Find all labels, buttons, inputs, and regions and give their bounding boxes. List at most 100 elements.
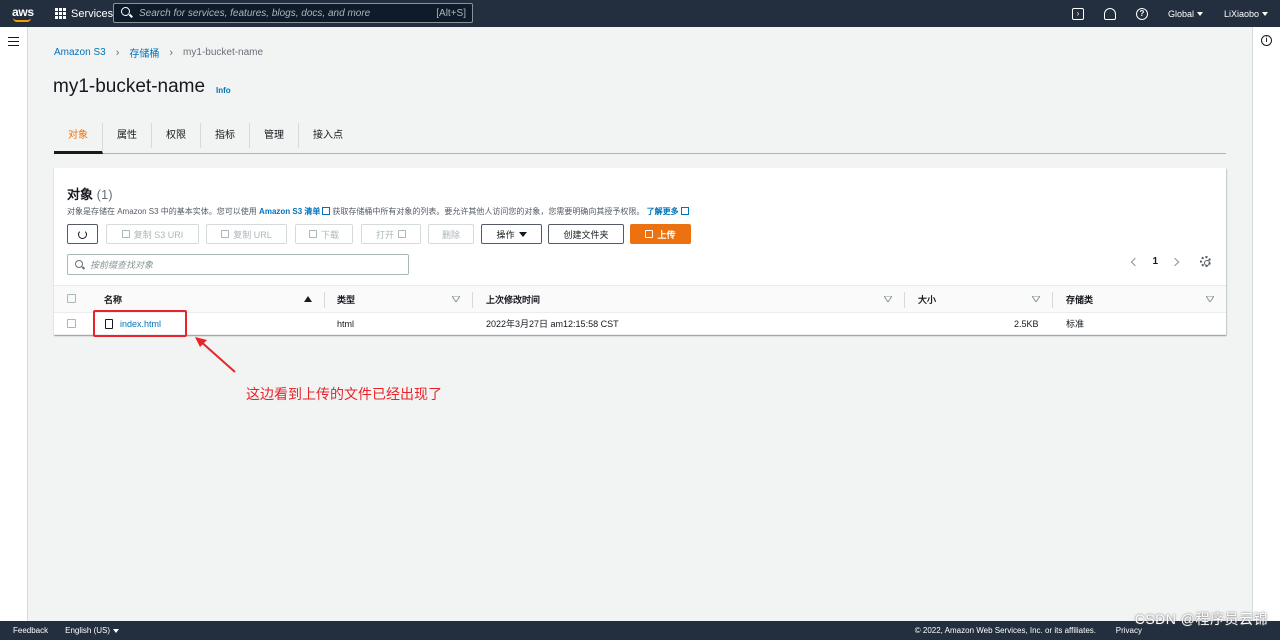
object-type: html	[337, 318, 355, 329]
inventory-link[interactable]: Amazon S3 清单	[259, 207, 320, 216]
top-nav-right: › ? Global LiXiaobo	[1071, 0, 1280, 27]
refresh-icon	[78, 229, 87, 239]
info-panel-icon[interactable]: i	[1261, 35, 1272, 46]
object-storage-class: 标准	[1066, 319, 1085, 329]
sort-icon[interactable]	[884, 296, 892, 302]
refresh-button[interactable]	[67, 224, 98, 244]
search-icon	[75, 259, 85, 270]
tab-management[interactable]: 管理	[250, 123, 299, 148]
copy-s3-uri-button[interactable]: 复制 S3 URI	[106, 224, 199, 244]
pagination: 1	[1131, 256, 1180, 267]
learn-more-link[interactable]: 了解更多	[647, 207, 679, 216]
column-header-type[interactable]: 类型	[337, 286, 355, 312]
right-side-rail: i	[1252, 27, 1280, 621]
column-divider	[472, 292, 473, 308]
panel-description: 对象是存储在 Amazon S3 中的基本实体。您可以使用 Amazon S3 …	[67, 206, 691, 217]
chevron-right-icon: ›	[169, 46, 174, 59]
sort-icon[interactable]	[452, 296, 460, 302]
column-divider	[1052, 292, 1053, 308]
tab-access-points[interactable]: 接入点	[299, 123, 357, 148]
aws-smile-icon	[13, 18, 31, 22]
object-filter[interactable]	[67, 254, 409, 275]
help-icon[interactable]: ?	[1135, 7, 1148, 20]
chevron-right-icon: ›	[115, 46, 120, 59]
prefix-search-input[interactable]	[90, 259, 390, 270]
open-button[interactable]: 打开	[361, 224, 421, 244]
user-menu[interactable]: LiXiaobo	[1224, 9, 1268, 19]
create-folder-button[interactable]: 创建文件夹	[548, 224, 624, 244]
column-divider	[324, 292, 325, 308]
breadcrumb-amazon-s3[interactable]: Amazon S3	[54, 47, 106, 58]
breadcrumb-buckets[interactable]: 存储桶	[129, 45, 159, 60]
breadcrumb-current: my1-bucket-name	[183, 47, 264, 58]
column-header-name[interactable]: 名称	[104, 286, 122, 312]
row-checkbox[interactable]	[67, 318, 76, 328]
bucket-tabs: 对象 属性 权限 指标 管理 接入点	[54, 122, 1226, 154]
caret-down-icon	[1262, 12, 1268, 17]
cloudshell-icon[interactable]: ›	[1071, 7, 1084, 20]
column-header-last-modified[interactable]: 上次修改时间	[486, 286, 540, 312]
copy-url-button[interactable]: 复制 URL	[206, 224, 287, 244]
services-label: Services	[71, 7, 114, 20]
column-header-size[interactable]: 大小	[918, 286, 936, 312]
copy-icon	[221, 230, 230, 238]
caret-down-icon	[518, 231, 527, 237]
region-selector[interactable]: Global	[1168, 9, 1203, 19]
page-title: my1-bucket-name	[53, 76, 206, 97]
tab-permissions[interactable]: 权限	[152, 123, 201, 148]
table-row: index.html html 2022年3月27日 am12:15:58 CS…	[54, 313, 1226, 335]
bell-icon[interactable]	[1103, 7, 1116, 20]
language-selector[interactable]: English (US)	[65, 626, 120, 635]
info-link[interactable]: Info	[216, 86, 231, 95]
aws-logo[interactable]: aws	[12, 4, 34, 24]
chevron-left-icon[interactable]	[1131, 257, 1140, 266]
tab-metrics[interactable]: 指标	[201, 123, 250, 148]
sort-ascending-icon[interactable]	[304, 296, 312, 302]
grid-icon	[55, 8, 66, 19]
left-side-rail	[0, 27, 28, 621]
external-link-icon	[680, 207, 689, 215]
actions-dropdown[interactable]: 操作	[481, 224, 542, 244]
object-last-modified: 2022年3月27日 am12:15:58 CST	[486, 319, 619, 329]
table-header: 名称 类型 上次修改时间 大小 存储类	[54, 285, 1226, 313]
caret-down-icon	[1196, 12, 1203, 17]
global-search-input[interactable]	[139, 7, 429, 19]
objects-table: 名称 类型 上次修改时间 大小 存储类 index.html html 2022…	[54, 285, 1226, 335]
global-search-box[interactable]: [Alt+S]	[113, 3, 473, 23]
footer: Feedback English (US) © 2022, Amazon Web…	[0, 621, 1280, 640]
tab-objects[interactable]: 对象	[54, 123, 103, 154]
download-button[interactable]: 下载	[295, 224, 353, 244]
column-divider	[904, 292, 905, 308]
breadcrumb: Amazon S3 › 存储桶 › my1-bucket-name	[54, 45, 264, 61]
gear-icon[interactable]	[1200, 256, 1211, 267]
tab-properties[interactable]: 属性	[103, 123, 152, 148]
page-number[interactable]: 1	[1152, 256, 1158, 267]
sort-icon[interactable]	[1032, 296, 1040, 302]
search-icon	[121, 7, 133, 19]
objects-panel: 对象 (1) 对象是存储在 Amazon S3 中的基本实体。您可以使用 Ama…	[54, 168, 1226, 335]
caret-down-icon	[113, 628, 120, 633]
delete-button[interactable]: 删除	[428, 224, 474, 244]
hamburger-menu-icon[interactable]	[8, 37, 19, 46]
copy-icon	[121, 230, 130, 238]
object-size: 2.5KB	[1014, 318, 1039, 329]
upload-button[interactable]: 上传	[630, 224, 691, 244]
external-link-icon	[398, 230, 406, 238]
annotation-arrow-icon	[195, 337, 236, 373]
annotation-highlight-box	[93, 310, 187, 337]
copyright-text: © 2022, Amazon Web Services, Inc. or its…	[914, 626, 1096, 635]
upload-icon	[645, 230, 654, 238]
panel-title: 对象 (1)	[67, 187, 113, 202]
sort-icon[interactable]	[1206, 296, 1214, 302]
feedback-link[interactable]: Feedback	[13, 626, 48, 635]
column-header-storage-class[interactable]: 存储类	[1066, 286, 1093, 312]
external-link-icon	[322, 207, 331, 215]
annotation-text: 这边看到上传的文件已经出现了	[246, 386, 442, 402]
object-count: (1)	[96, 187, 113, 202]
chevron-right-icon[interactable]	[1170, 257, 1180, 266]
download-icon	[308, 230, 317, 238]
services-menu-button[interactable]: Services	[55, 8, 113, 20]
select-all-checkbox[interactable]	[67, 294, 76, 303]
search-shortcut-hint: [Alt+S]	[436, 7, 466, 19]
top-nav-bar: aws Services [Alt+S] › ? Global LiXiaobo	[0, 0, 1280, 27]
